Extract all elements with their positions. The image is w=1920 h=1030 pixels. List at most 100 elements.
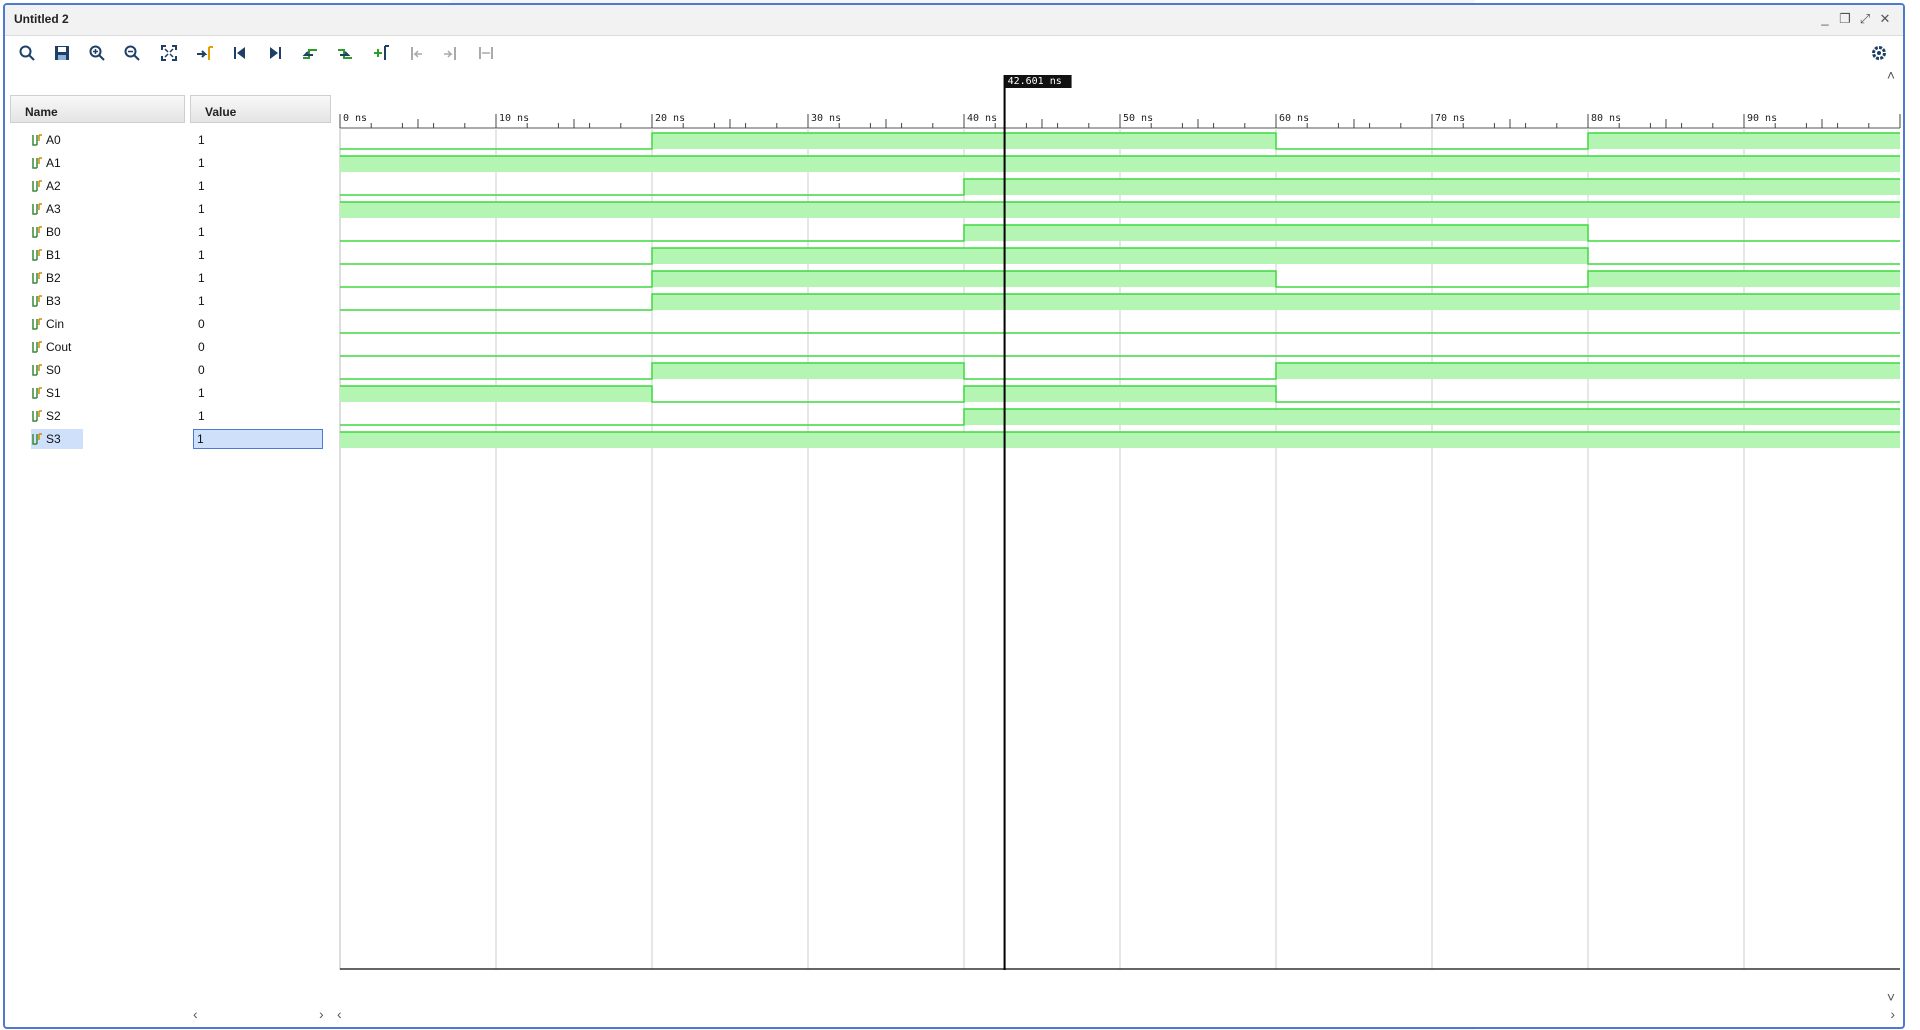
title-bar: Untitled 2 _ ❐ ⤢ ✕ [5, 5, 1903, 36]
toolbar [5, 36, 1903, 68]
signal-row-b1[interactable]: B1 [31, 245, 61, 265]
signal-icon [32, 134, 42, 146]
signal-icon [32, 249, 42, 261]
signal-value: 1 [198, 225, 205, 239]
wave-high-region [340, 386, 652, 402]
signal-icon [32, 157, 42, 169]
ruler-label: 10 ns [499, 113, 529, 124]
signal-icon [32, 433, 42, 445]
swap-cursors-icon[interactable] [474, 41, 498, 65]
signal-value: 1 [198, 133, 205, 147]
restore-icon[interactable]: ❐ [1837, 10, 1853, 28]
waveform-window: Untitled 2 _ ❐ ⤢ ✕ Name Value A0 A1 A2 A… [3, 3, 1905, 1029]
signal-name: A2 [46, 179, 61, 193]
ruler-label: 60 ns [1279, 113, 1309, 124]
wave-high-region [340, 202, 1900, 218]
wave-high-region [964, 409, 1900, 425]
signal-row-b2[interactable]: B2 [31, 268, 61, 288]
wave-high-region [1588, 271, 1900, 287]
value-column-header[interactable]: Value [190, 95, 331, 123]
signal-icon [32, 295, 42, 307]
signal-name: S1 [46, 386, 61, 400]
signal-name: B1 [46, 248, 61, 262]
wave-scroll-up-icon[interactable]: ˄ [1887, 67, 1895, 83]
signal-name: B3 [46, 294, 61, 308]
window-title: Untitled 2 [14, 12, 69, 26]
close-icon[interactable]: ✕ [1877, 10, 1893, 28]
names-scroll-left-icon[interactable]: ‹ [193, 1006, 198, 1022]
wave-high-region [652, 271, 1276, 287]
minimize-icon[interactable]: _ [1817, 10, 1833, 28]
name-column-header[interactable]: Name [10, 95, 185, 123]
ruler-label: 0 ns [343, 113, 367, 124]
zoom-fit-icon[interactable] [157, 41, 181, 65]
zoom-out-icon[interactable] [120, 41, 144, 65]
signal-value: 1 [193, 429, 323, 449]
cursor-time-label: 42.601 ns [1008, 76, 1062, 87]
save-icon[interactable] [50, 41, 74, 65]
add-marker-icon[interactable] [369, 41, 393, 65]
signal-name: S0 [46, 363, 61, 377]
signal-row-a2[interactable]: A2 [31, 176, 61, 196]
ruler-label: 20 ns [655, 113, 685, 124]
signal-name: B2 [46, 271, 61, 285]
previous-marker-icon[interactable] [404, 41, 428, 65]
maximize-icon[interactable]: ⤢ [1857, 10, 1873, 28]
wave-high-region [652, 248, 1588, 264]
signal-row-a3[interactable]: A3 [31, 199, 61, 219]
wave-high-region [1588, 133, 1900, 149]
next-marker-icon[interactable] [439, 41, 463, 65]
signal-value: 1 [198, 409, 205, 423]
zoom-in-icon[interactable] [85, 41, 109, 65]
search-icon[interactable] [15, 41, 39, 65]
signal-row-b3[interactable]: B3 [31, 291, 61, 311]
ruler-label: 70 ns [1435, 113, 1465, 124]
signal-row-s0[interactable]: S0 [31, 360, 61, 380]
waveform-canvas[interactable]: 0 ns 10 ns 20 ns 30 ns 40 ns 50 ns 60 ns 70 ns 8… [335, 75, 1903, 970]
signal-icon [32, 410, 42, 422]
signal-icon [32, 180, 42, 192]
signal-icon [32, 364, 42, 376]
wave-scroll-down-icon[interactable]: ˅ [1887, 989, 1895, 1005]
signal-icon [32, 318, 42, 330]
names-scroll-right-icon[interactable]: › [319, 1006, 324, 1022]
signal-name: A1 [46, 156, 61, 170]
signal-icon [32, 203, 42, 215]
wave-scroll-left-icon[interactable]: ‹ [337, 1006, 342, 1022]
signal-icon [32, 272, 42, 284]
signal-row-s2[interactable]: S2 [31, 406, 61, 426]
signal-name: S2 [46, 409, 61, 423]
signal-value: 1 [198, 271, 205, 285]
signal-row-b0[interactable]: B0 [31, 222, 61, 242]
wave-high-region [340, 432, 1900, 448]
signal-name: A0 [46, 133, 61, 147]
signal-value: 1 [198, 248, 205, 262]
signal-name: Cout [46, 340, 72, 354]
go-to-cursor-icon[interactable] [193, 41, 217, 65]
ruler-label: 30 ns [811, 113, 841, 124]
signal-value: 1 [198, 179, 205, 193]
ruler-label: 40 ns [967, 113, 997, 124]
wave-high-region [964, 386, 1276, 402]
signal-value: 1 [198, 294, 205, 308]
signal-row-cout[interactable]: Cout [31, 337, 71, 357]
signal-row-s1[interactable]: S1 [31, 383, 61, 403]
previous-transition-icon[interactable] [298, 41, 322, 65]
signal-value: 1 [198, 202, 205, 216]
next-transition-icon[interactable] [333, 41, 357, 65]
signal-row-cin[interactable]: Cin [31, 314, 64, 334]
signal-row-s3[interactable]: S3 [31, 429, 83, 449]
signal-icon [32, 226, 42, 238]
signal-row-a0[interactable]: A0 [31, 130, 61, 150]
wave-high-region [1276, 363, 1900, 379]
gear-icon[interactable] [1867, 41, 1891, 65]
wave-high-region [652, 294, 1900, 310]
signal-row-a1[interactable]: A1 [31, 153, 61, 173]
go-to-end-icon[interactable] [263, 41, 287, 65]
go-to-start-icon[interactable] [228, 41, 252, 65]
signal-name: A3 [46, 202, 61, 216]
wave-scroll-right-icon[interactable]: › [1890, 1006, 1895, 1022]
signal-name: B0 [46, 225, 61, 239]
ruler-label: 50 ns [1123, 113, 1153, 124]
wave-high-region [652, 363, 964, 379]
